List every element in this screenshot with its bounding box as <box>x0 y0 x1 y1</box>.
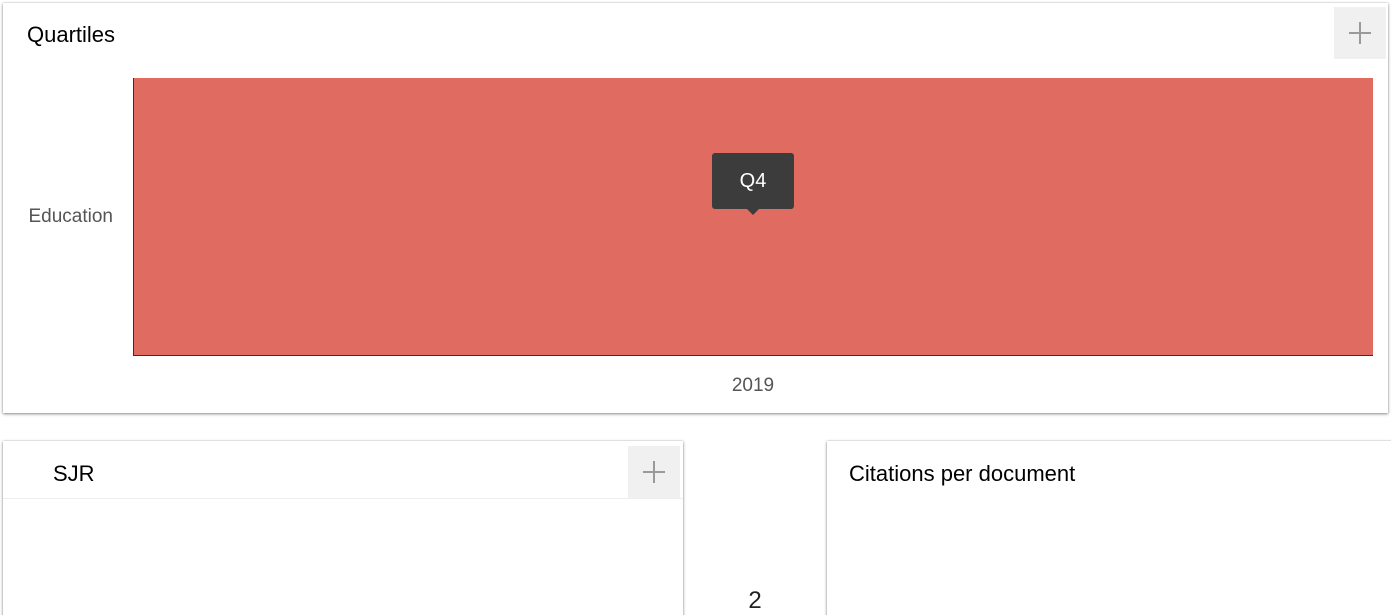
plus-icon <box>643 461 665 483</box>
sjr-expand-button[interactable] <box>628 446 680 498</box>
sjr-title: SJR <box>53 461 95 486</box>
plus-icon <box>1349 22 1371 44</box>
x-axis-line <box>133 355 1373 356</box>
quartiles-card: Quartiles Education 2019 Q4 <box>3 3 1388 413</box>
quartiles-chart <box>133 78 1373 356</box>
x-tick-label: 2019 <box>731 375 775 396</box>
tooltip-arrow <box>747 209 759 215</box>
y-tick-label: Education <box>28 206 113 227</box>
sjr-card: SJR <box>3 441 683 615</box>
sjr-header-divider <box>3 498 683 499</box>
citations-title: Citations per document <box>849 461 1076 486</box>
tooltip-label: Q4 <box>739 169 767 192</box>
y-axis-line <box>133 78 134 355</box>
middle-value: 2 <box>748 587 762 614</box>
quartiles-expand-button[interactable] <box>1334 7 1386 59</box>
quartiles-title: Quartiles <box>27 22 116 47</box>
citations-card: Citations per document <box>827 441 1391 615</box>
chart-cell-education-2019[interactable] <box>134 78 1373 355</box>
page: Quartiles Education 2019 Q4 SJR 2 Citati… <box>0 0 1391 615</box>
chart-tooltip: Q4 <box>712 153 794 209</box>
